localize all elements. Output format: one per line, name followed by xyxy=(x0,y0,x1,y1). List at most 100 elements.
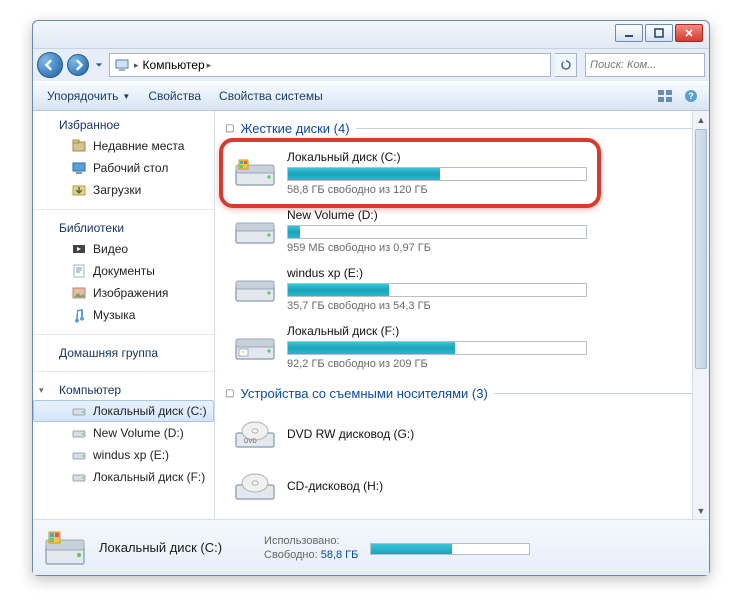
titlebar xyxy=(33,21,709,49)
sidebar-favorites-header[interactable]: Избранное xyxy=(33,115,214,135)
sidebar-item-label: Локальный диск (C:) xyxy=(93,404,207,418)
address-bar[interactable]: ▸ Компьютер▸ xyxy=(109,53,551,77)
capacity-fill xyxy=(288,168,440,180)
hdd-icon xyxy=(233,211,277,251)
sidebar-item-label: Видео xyxy=(93,242,128,256)
group-header-hdd[interactable]: ▢ Жесткие диски (4) xyxy=(225,121,703,136)
drive-name-label: Локальный диск (C:) xyxy=(287,150,587,164)
explorer-body: Избранное Недавние места Рабочий стол За… xyxy=(33,111,709,519)
pictures-icon xyxy=(71,285,87,301)
hdd-icon xyxy=(71,469,87,485)
drive-name-label: DVD RW дисковод (G:) xyxy=(287,427,695,441)
sidebar-libraries-header[interactable]: Библиотеки xyxy=(33,218,214,238)
help-button[interactable]: ? xyxy=(679,85,703,107)
group-divider xyxy=(494,393,703,394)
drive-free-label: 959 МБ свободно из 0,97 ГБ xyxy=(287,242,587,254)
group-removable-label: Устройства со съемными носителями (3) xyxy=(240,386,487,401)
drive-item-f[interactable]: Локальный диск (F:) 92,2 ГБ свободно из … xyxy=(225,318,595,376)
group-divider xyxy=(356,128,703,129)
drive-item-e[interactable]: windus xp (E:) 35,7 ГБ свободно из 54,3 … xyxy=(225,260,595,318)
close-button[interactable] xyxy=(675,24,703,42)
scroll-up-arrow[interactable]: ▲ xyxy=(693,111,709,128)
search-box[interactable]: Поиск: Ком... xyxy=(585,53,705,77)
sidebar-homegroup-header[interactable]: Домашняя группа xyxy=(33,343,214,363)
sidebar-divider xyxy=(33,371,214,372)
music-icon xyxy=(71,307,87,323)
drive-item-c[interactable]: Локальный диск (C:) 58,8 ГБ свободно из … xyxy=(225,144,595,202)
details-capacity-fill xyxy=(371,544,452,554)
sidebar-drive-d[interactable]: New Volume (D:) xyxy=(33,422,214,444)
sidebar-downloads[interactable]: Загрузки xyxy=(33,179,214,201)
group-header-removable[interactable]: ▢ Устройства со съемными носителями (3) xyxy=(225,386,703,401)
sidebar-homegroup-label: Домашняя группа xyxy=(59,346,158,360)
back-button[interactable] xyxy=(37,52,63,78)
capacity-fill xyxy=(288,226,300,238)
sidebar-item-label: Недавние места xyxy=(93,139,184,153)
hdd-icon xyxy=(71,447,87,463)
sidebar-libraries-label: Библиотеки xyxy=(59,221,124,235)
dvd-icon: DVD xyxy=(233,415,277,455)
collapse-arrow-icon: ▢ xyxy=(225,123,234,134)
hdd-icon xyxy=(71,425,87,441)
capacity-bar xyxy=(287,341,587,355)
sidebar-item-label: Рабочий стол xyxy=(93,161,168,175)
details-free-value: 58,8 ГБ xyxy=(321,549,359,561)
optical-drive-h[interactable]: CD-дисковод (H:) xyxy=(225,461,703,513)
drive-free-label: 58,8 ГБ свободно из 120 ГБ xyxy=(287,184,587,196)
view-options-button[interactable] xyxy=(653,85,677,107)
details-free-label: Свободно: xyxy=(264,549,318,561)
details-used-label: Использовано: xyxy=(264,535,340,547)
sidebar-computer-header[interactable]: ▾ Компьютер xyxy=(33,380,214,400)
sidebar-recent-places[interactable]: Недавние места xyxy=(33,135,214,157)
system-properties-button[interactable]: Свойства системы xyxy=(211,86,331,106)
cd-icon xyxy=(233,467,277,507)
properties-button[interactable]: Свойства xyxy=(140,86,209,106)
hdd-icon xyxy=(233,269,277,309)
computer-icon xyxy=(114,57,130,73)
vertical-scrollbar[interactable]: ▲ ▼ xyxy=(692,111,709,519)
chevron-down-icon: ▼ xyxy=(122,92,130,101)
desktop-icon xyxy=(71,160,87,176)
drive-item-d[interactable]: New Volume (D:) 959 МБ свободно из 0,97 … xyxy=(225,202,595,260)
downloads-icon xyxy=(71,182,87,198)
expand-arrow-icon: ▾ xyxy=(39,385,44,396)
capacity-bar xyxy=(287,283,587,297)
sidebar-item-label: Документы xyxy=(93,264,155,278)
optical-drive-g[interactable]: DVD DVD RW дисковод (G:) xyxy=(225,409,703,461)
sidebar-desktop[interactable]: Рабочий стол xyxy=(33,157,214,179)
minimize-button[interactable] xyxy=(615,24,643,42)
scrollbar-thumb[interactable] xyxy=(695,129,707,369)
breadcrumb-separator: ▸ xyxy=(134,60,139,71)
sidebar-pictures[interactable]: Изображения xyxy=(33,282,214,304)
sidebar-drive-c[interactable]: Локальный диск (C:) xyxy=(33,400,214,422)
sidebar-videos[interactable]: Видео xyxy=(33,238,214,260)
recent-icon xyxy=(71,138,87,154)
breadcrumb-computer[interactable]: Компьютер▸ xyxy=(143,58,212,72)
capacity-bar xyxy=(287,167,587,181)
forward-button[interactable] xyxy=(67,54,89,76)
sidebar-divider xyxy=(33,334,214,335)
navigation-bar: ▸ Компьютер▸ Поиск: Ком... xyxy=(33,49,709,81)
history-dropdown[interactable] xyxy=(93,54,105,76)
refresh-button[interactable] xyxy=(555,53,577,77)
hdd-icon xyxy=(43,526,87,570)
sidebar-music[interactable]: Музыка xyxy=(33,304,214,326)
capacity-fill xyxy=(288,284,389,296)
drive-name-label: New Volume (D:) xyxy=(287,208,587,222)
sidebar-item-label: Изображения xyxy=(93,286,168,300)
content-pane: ▲ ▼ ▢ Жесткие диски (4) Локальный диск (… xyxy=(215,111,709,519)
properties-label: Свойства xyxy=(148,89,201,103)
group-hdd-label: Жесткие диски (4) xyxy=(240,121,349,136)
sidebar-documents[interactable]: Документы xyxy=(33,260,214,282)
organize-menu[interactable]: Упорядочить▼ xyxy=(39,86,138,106)
sidebar-drive-f[interactable]: Локальный диск (F:) xyxy=(33,466,214,488)
drive-name-label: windus xp (E:) xyxy=(287,266,587,280)
sidebar-item-label: New Volume (D:) xyxy=(93,426,184,440)
hdd-icon xyxy=(233,327,277,367)
sidebar-drive-e[interactable]: windus xp (E:) xyxy=(33,444,214,466)
scroll-down-arrow[interactable]: ▼ xyxy=(693,502,709,519)
sidebar-item-label: Загрузки xyxy=(93,183,141,197)
details-pane: Локальный диск (C:) Использовано: Свобод… xyxy=(33,519,709,575)
video-icon xyxy=(71,241,87,257)
maximize-button[interactable] xyxy=(645,24,673,42)
